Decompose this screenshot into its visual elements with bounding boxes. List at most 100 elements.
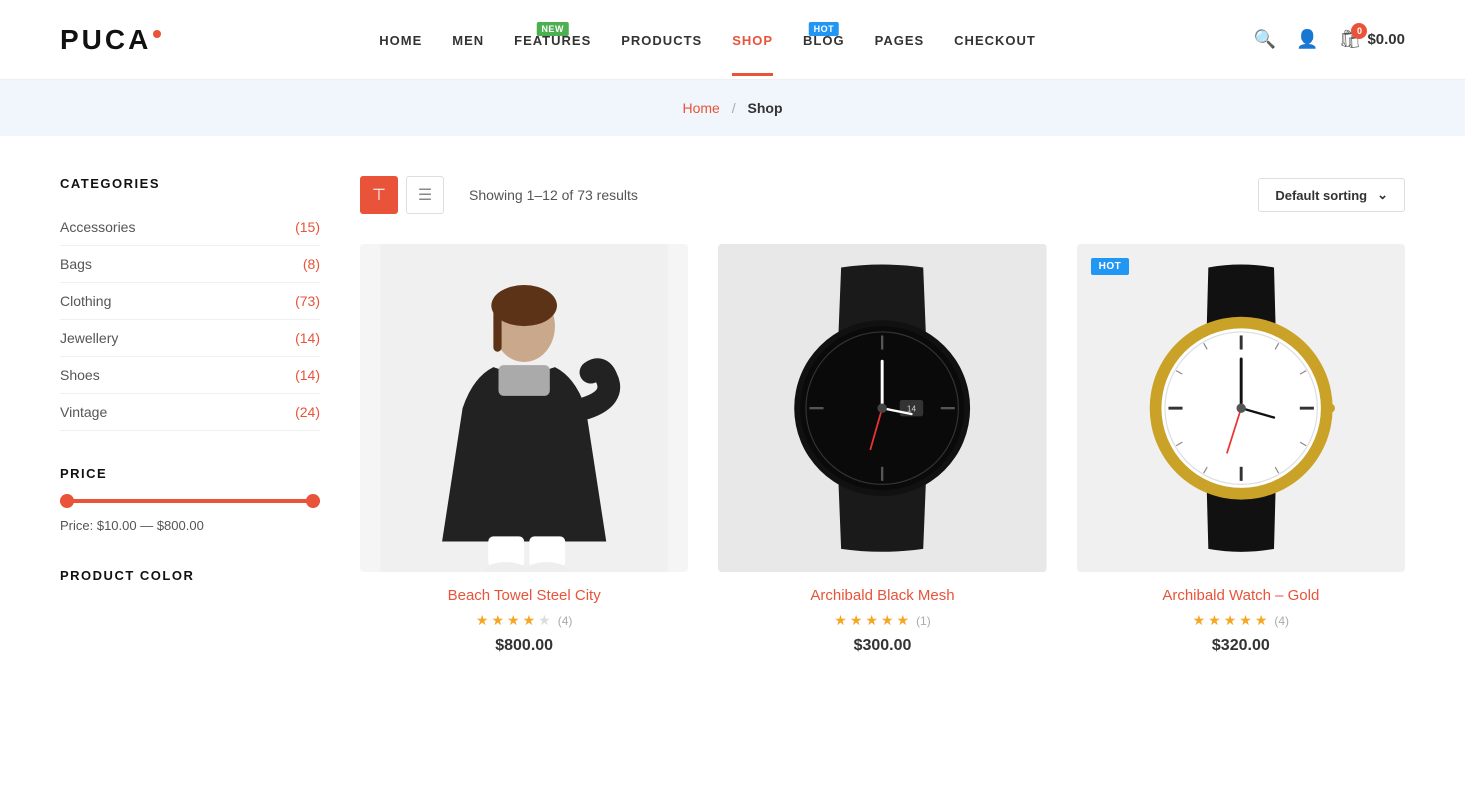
nav-item-wrap-blog: HOTBLOG	[803, 32, 845, 48]
price-section: PRICE Price: $10.00 — $800.00	[60, 466, 320, 533]
product-grid: Beach Towel Steel City★★★★★(4)$800.00 14	[360, 244, 1405, 655]
category-item-accessories[interactable]: Accessories (15)	[60, 209, 320, 246]
grid-view-button[interactable]: ⊤	[360, 176, 398, 214]
list-view-button[interactable]: ☰	[406, 176, 444, 214]
category-item-vintage[interactable]: Vintage (24)	[60, 394, 320, 431]
cat-name: Bags	[60, 256, 92, 272]
categories-section: CATEGORIES Accessories (15) Bags (8) Clothin…	[60, 176, 320, 431]
star-4: ★	[1255, 612, 1268, 629]
toolbar-left: ⊤ ☰ Showing 1–12 of 73 results	[360, 176, 638, 214]
product-price-2: $300.00	[718, 637, 1046, 655]
breadcrumb-current: Shop	[748, 100, 783, 116]
star-3: ★	[523, 612, 536, 629]
nav-item-wrap-shop: SHOP	[732, 32, 773, 48]
list-icon: ☰	[418, 185, 432, 205]
price-slider-min[interactable]	[60, 494, 74, 508]
category-item-clothing[interactable]: Clothing(73)	[60, 283, 320, 320]
star-2: ★	[865, 612, 878, 629]
nav-item-men[interactable]: MEN	[452, 33, 484, 48]
star-0: ★	[476, 612, 489, 629]
product-badge-3: HOT	[1091, 258, 1130, 275]
review-count-2: (1)	[916, 614, 931, 628]
star-3: ★	[1239, 612, 1252, 629]
grid-icon: ⊤	[372, 185, 386, 205]
product-card-1[interactable]: Beach Towel Steel City★★★★★(4)$800.00	[360, 244, 688, 655]
breadcrumb-bar: Home / Shop	[0, 80, 1465, 136]
product-image-3: HOT	[1077, 244, 1405, 572]
logo-dot	[153, 30, 161, 38]
chevron-down-icon: ⌄	[1377, 187, 1388, 203]
product-price-3: $320.00	[1077, 637, 1405, 655]
nav-item-blog[interactable]: BLOG	[803, 33, 845, 48]
category-item-bags[interactable]: Bags (8)	[60, 246, 320, 283]
cat-count: (73)	[295, 293, 320, 309]
product-card-2[interactable]: 14 Archibald Black Mesh★★★★★(1)$300.00	[718, 244, 1046, 655]
nav-item-wrap-home: HOME	[379, 32, 422, 48]
price-slider-track[interactable]	[60, 499, 320, 503]
product-stars-1: ★★★★★(4)	[360, 612, 688, 629]
user-icon[interactable]: 👤	[1296, 29, 1318, 50]
category-item-jewellery[interactable]: Jewellery(14)	[60, 320, 320, 357]
sort-dropdown[interactable]: Default sorting ⌄	[1258, 178, 1405, 212]
nav-item-wrap-products: PRODUCTS	[621, 32, 702, 48]
nav-item-checkout[interactable]: CHECKOUT	[954, 33, 1036, 48]
review-count-1: (4)	[558, 614, 573, 628]
cat-count: (8)	[303, 256, 320, 272]
view-toggles: ⊤ ☰	[360, 176, 444, 214]
nav-item-pages[interactable]: PAGES	[875, 33, 925, 48]
breadcrumb-home[interactable]: Home	[682, 100, 719, 116]
color-title: PRODUCT COLOR	[60, 568, 320, 583]
star-0: ★	[1193, 612, 1206, 629]
results-count: Showing 1–12 of 73 results	[469, 187, 638, 203]
star-4: ★	[538, 612, 551, 629]
star-2: ★	[1224, 612, 1237, 629]
search-icon[interactable]: 🔍	[1254, 29, 1276, 50]
review-count-3: (4)	[1274, 614, 1289, 628]
product-price-1: $800.00	[360, 637, 688, 655]
sidebar: CATEGORIES Accessories (15) Bags (8) Clothin…	[60, 176, 320, 655]
product-card-3[interactable]: HOT	[1077, 244, 1405, 655]
price-title: PRICE	[60, 466, 320, 481]
cart-count: 0	[1351, 23, 1367, 39]
cat-count: (14)	[295, 367, 320, 383]
cat-name: Jewellery	[60, 330, 118, 346]
cat-count: (24)	[295, 404, 320, 420]
cat-count: (15)	[295, 219, 320, 235]
product-stars-3: ★★★★★(4)	[1077, 612, 1405, 629]
breadcrumb-separator: /	[732, 100, 736, 116]
nav-item-home[interactable]: HOME	[379, 33, 422, 48]
nav-item-products[interactable]: PRODUCTS	[621, 33, 702, 48]
cart-icon-wrap: 🛍 0	[1339, 29, 1362, 50]
star-1: ★	[491, 612, 504, 629]
logo[interactable]: PUCA	[60, 24, 161, 56]
main-nav: HOME MEN NEWFEATURES PRODUCTS SHOP HOTBLOG PAG…	[379, 32, 1036, 48]
content-area: ⊤ ☰ Showing 1–12 of 73 results Default s…	[360, 176, 1405, 655]
nav-item-wrap-pages: PAGES	[875, 32, 925, 48]
cat-name: Vintage	[60, 404, 107, 420]
star-2: ★	[507, 612, 520, 629]
product-image-1	[360, 244, 688, 572]
star-3: ★	[881, 612, 894, 629]
nav-item-features[interactable]: FEATURES	[514, 33, 591, 48]
color-section: PRODUCT COLOR	[60, 568, 320, 583]
nav-item-wrap-men: MEN	[452, 32, 484, 48]
product-name-1[interactable]: Beach Towel Steel City	[360, 587, 688, 604]
cat-name: Shoes	[60, 367, 100, 383]
nav-item-wrap-features: NEWFEATURES	[514, 32, 591, 48]
star-1: ★	[850, 612, 863, 629]
product-stars-2: ★★★★★(1)	[718, 612, 1046, 629]
header: PUCA HOME MEN NEWFEATURES PRODUCTS SHOP HOTBL…	[0, 0, 1465, 80]
price-range-label: Price: $10.00 — $800.00	[60, 518, 320, 533]
main-layout: CATEGORIES Accessories (15) Bags (8) Clothin…	[0, 136, 1465, 695]
categories-title: CATEGORIES	[60, 176, 320, 191]
cat-name: Accessories	[60, 219, 135, 235]
category-item-shoes[interactable]: Shoes (14)	[60, 357, 320, 394]
product-name-3[interactable]: Archibald Watch – Gold	[1077, 587, 1405, 604]
nav-item-shop[interactable]: SHOP	[732, 33, 773, 48]
product-name-2[interactable]: Archibald Black Mesh	[718, 587, 1046, 604]
cart-button[interactable]: 🛍 0 $0.00	[1339, 29, 1405, 50]
breadcrumb: Home / Shop	[60, 100, 1405, 116]
logo-text: PUCA	[60, 24, 151, 56]
price-slider-max[interactable]	[306, 494, 320, 508]
cart-amount: $0.00	[1367, 31, 1405, 48]
